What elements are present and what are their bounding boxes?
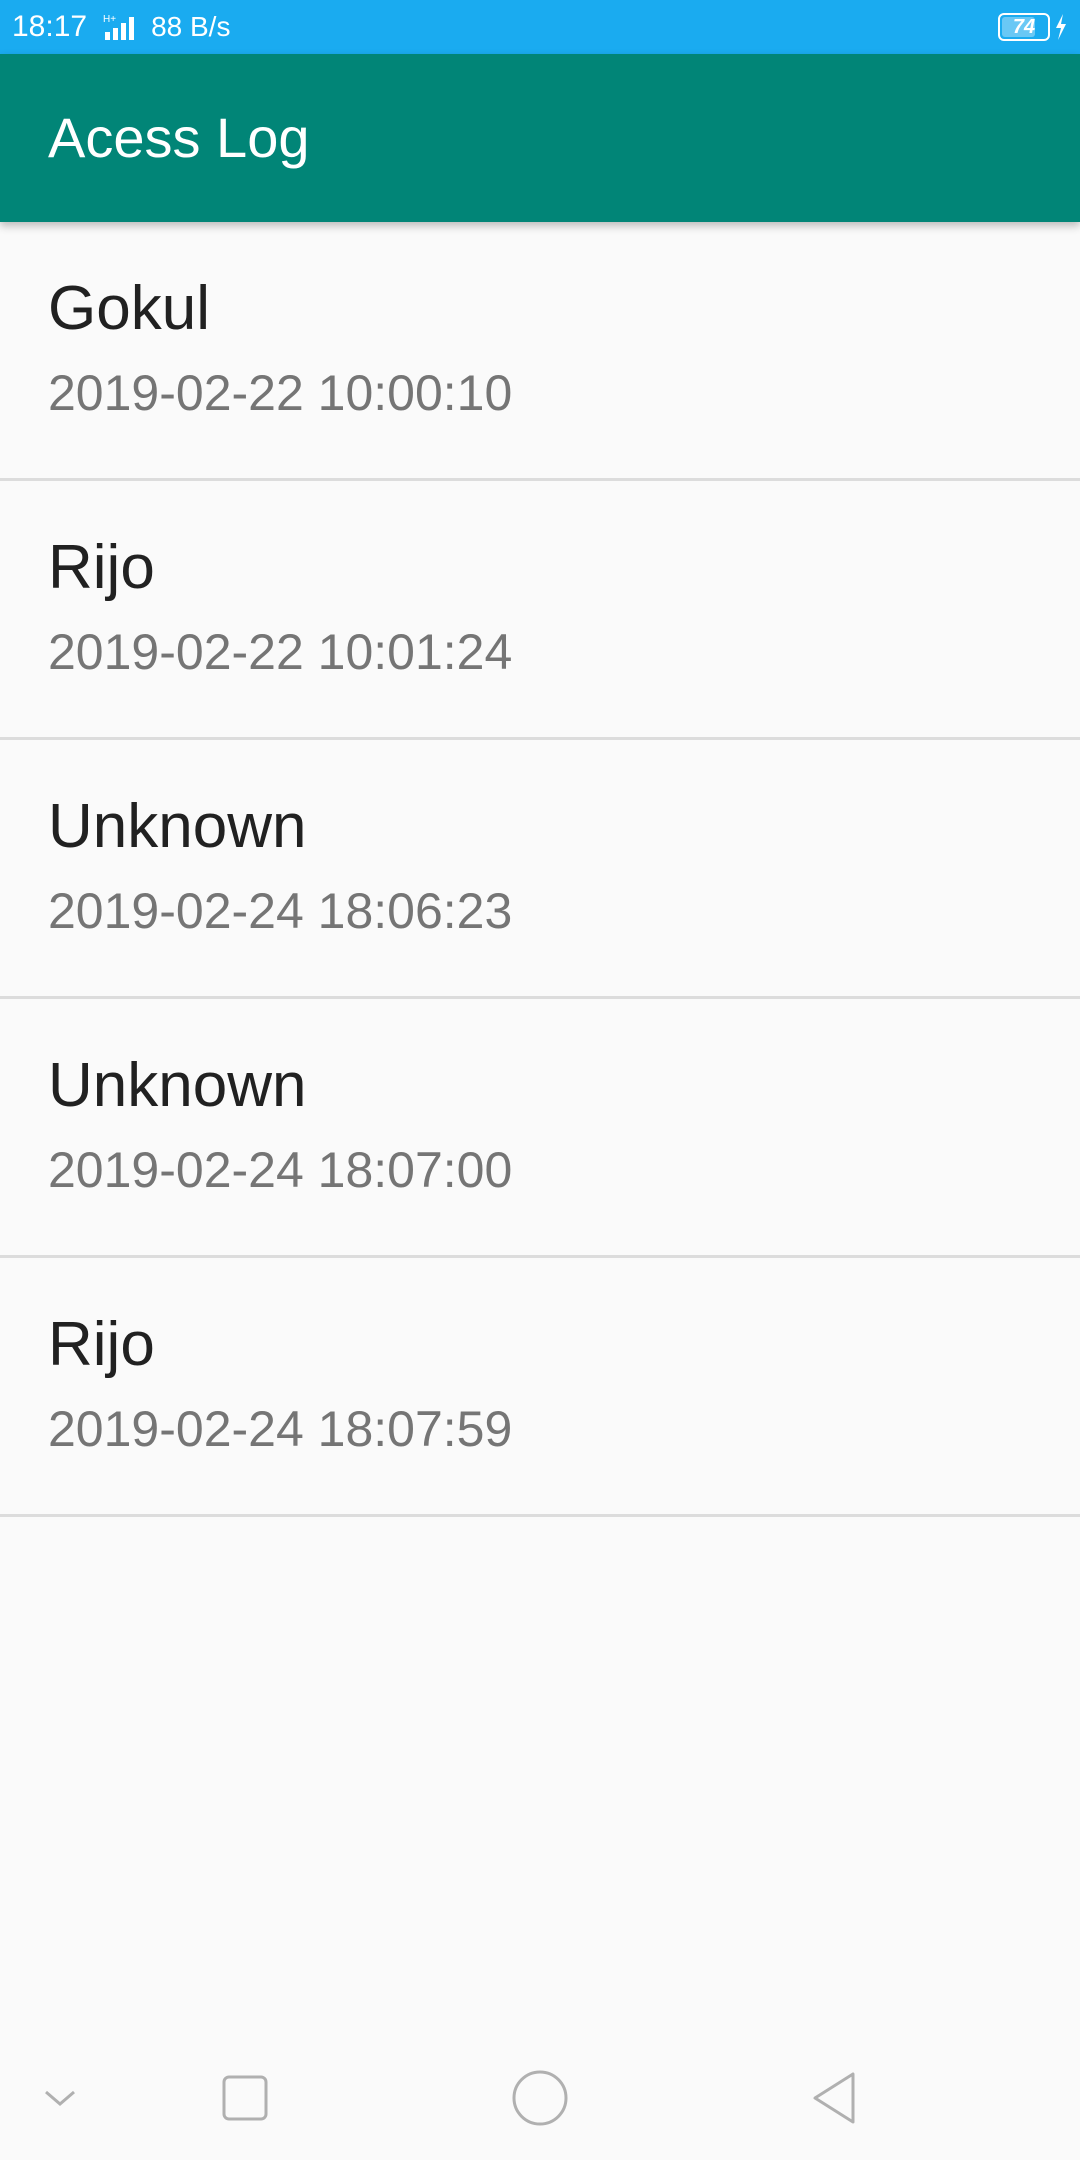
entry-name: Unknown: [48, 1051, 307, 1120]
list-item[interactable]: Rijo 2019-02-24 18:07:59: [0, 1258, 1080, 1517]
entry-name: Gokul: [48, 274, 210, 343]
back-triangle-icon: [809, 2070, 861, 2131]
list-item[interactable]: Unknown 2019-02-24 18:06:23: [0, 740, 1080, 999]
status-bar: 18:17 H+ 88 B/s 74: [0, 0, 1080, 54]
entry-timestamp: 2019-02-24 18:07:59: [48, 1401, 513, 1457]
chevron-down-icon: [42, 2086, 78, 2115]
entry-name: Rijo: [48, 1310, 155, 1379]
app-bar: Acess Log: [0, 54, 1080, 222]
entry-timestamp: 2019-02-24 18:06:23: [48, 883, 513, 939]
recents-square-icon: [221, 2074, 269, 2127]
entry-timestamp: 2019-02-22 10:01:24: [48, 624, 513, 680]
battery-icon: 74: [998, 13, 1050, 41]
nav-back-button[interactable]: [795, 2040, 875, 2160]
entry-name: Unknown: [48, 792, 307, 861]
network-type: H+: [103, 14, 116, 25]
list-item[interactable]: Unknown 2019-02-24 18:07:00: [0, 999, 1080, 1258]
battery-level: 74: [1012, 15, 1036, 38]
net-speed: 88 B/s: [151, 11, 231, 42]
nav-home-button[interactable]: [500, 2040, 580, 2160]
list-item[interactable]: Gokul 2019-02-22 10:00:10: [0, 222, 1080, 481]
page-title: Acess Log: [48, 106, 310, 169]
nav-recents-button[interactable]: [205, 2040, 285, 2160]
entry-timestamp: 2019-02-24 18:07:00: [48, 1142, 513, 1198]
nav-collapse-button[interactable]: [30, 2040, 90, 2160]
system-nav-bar: [0, 2040, 1080, 2160]
home-circle-icon: [511, 2069, 569, 2132]
entry-name: Rijo: [48, 533, 155, 602]
list-item[interactable]: Rijo 2019-02-22 10:01:24: [0, 481, 1080, 740]
signal-icon: H+: [101, 12, 141, 42]
entry-timestamp: 2019-02-22 10:00:10: [48, 365, 513, 421]
charging-icon: [1054, 14, 1068, 40]
status-time: 18:17: [12, 10, 88, 43]
access-log-list: Gokul 2019-02-22 10:00:10 Rijo 2019-02-2…: [0, 222, 1080, 1517]
